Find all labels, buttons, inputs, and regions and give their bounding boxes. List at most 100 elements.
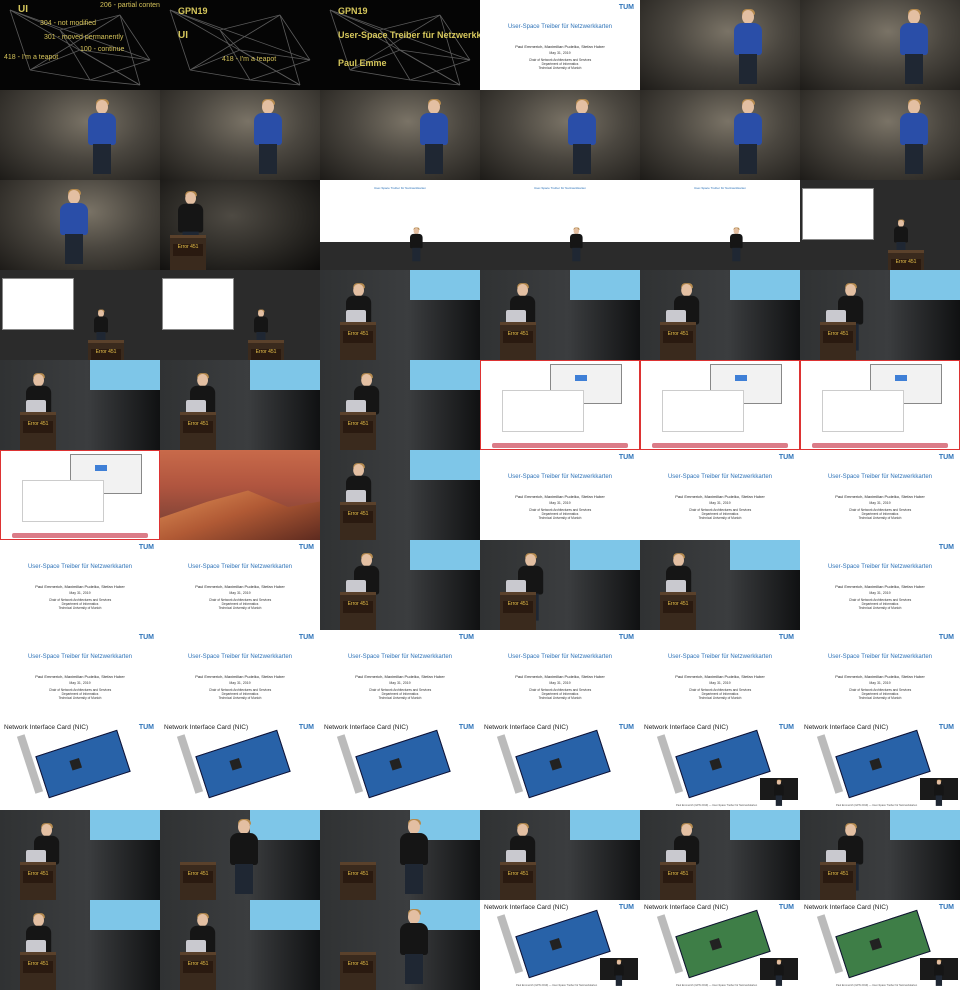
slide-affiliation: Chair of Network Architectures and Servi… (208, 688, 272, 700)
podium-sign: Error 451 (343, 331, 373, 343)
projection-screen (890, 270, 960, 300)
network-edge (409, 59, 471, 81)
torso (400, 833, 428, 865)
thumbnail-speaker-podium: Error 451 (800, 810, 960, 900)
projection-screen (570, 270, 640, 300)
thumbnail-speaker-podium: Error 451 (640, 810, 800, 900)
tum-logo: TUM (778, 454, 794, 461)
slide-title: User-Space Treiber für Netzwerkkarten (27, 564, 133, 570)
slide-title: User-Space Treiber für Netzwerkkarten (507, 474, 613, 480)
network-edge (349, 69, 411, 81)
thumbnail-speaker-blue (160, 90, 320, 180)
torso (734, 113, 762, 145)
thumbnail-speaker-podium: Error 451 (480, 540, 640, 630)
thumbnail-screen-window-red (640, 360, 800, 450)
podium-sign: Error 451 (183, 871, 213, 883)
thumbnail-title: TUM User-Space Treiber für Netzwerkkarten… (160, 630, 320, 720)
slide-authors: Paul Emmerich, Maximilian Pudelko, Stefa… (835, 674, 925, 679)
thumbnail-nic-blue: Network Interface Card (NIC) TUM (320, 720, 480, 810)
slide-title: User-Space Treiber für Netzwerkkarten (347, 654, 453, 660)
podium-sign: Error 451 (183, 421, 213, 433)
nic-card-image (355, 729, 451, 799)
slide-affiliation: Chair of Network Architectures and Servi… (688, 508, 752, 520)
thumbnail-title: TUM User-Space Treiber für Netzwerkkarten… (640, 630, 800, 720)
network-edge (169, 9, 311, 61)
thumbnail-screen-window-red (0, 450, 160, 540)
slide-authors: Paul Emmerich, Maximilian Pudelko, Stefa… (515, 44, 605, 49)
speaker-inset (760, 778, 798, 806)
laptop (346, 310, 366, 322)
slide-date: May 31, 2019 (709, 501, 731, 505)
tum-logo: TUM (938, 634, 954, 641)
podium: Error 451 (20, 952, 56, 990)
network-edge (379, 14, 441, 31)
laptop (506, 580, 526, 592)
slide-title: User-Space Treiber für Netzwerkkarten (187, 654, 293, 660)
nic-card-image (675, 729, 771, 799)
torso (60, 203, 88, 235)
torso (230, 833, 258, 865)
podium: Error 451 (88, 340, 124, 360)
thumbnail-speaker-podium: Error 451 (480, 270, 640, 360)
thumbnail-speaker-podium: Error 451 (320, 360, 480, 450)
torso (94, 316, 108, 333)
nic-chip (69, 757, 83, 771)
legs (572, 247, 581, 262)
thumbnail-speaker-podium: Error 451 (160, 360, 320, 450)
nic-slide-heading: Network Interface Card (NIC) (324, 724, 409, 731)
thumbnail-nic-blue: Network Interface Card (NIC) TUM (0, 720, 160, 810)
torso (420, 113, 448, 145)
podium-sign: Error 451 (23, 871, 53, 883)
presentation-window (162, 278, 234, 330)
podium: Error 451 (180, 862, 216, 900)
intro-status-text: 418 - I'm a teapot (4, 54, 59, 61)
laptop (26, 400, 46, 412)
slide-affiliation: Chair of Network Architectures and Servi… (688, 688, 752, 700)
podium: Error 451 (170, 235, 206, 270)
projection-screen (570, 540, 640, 570)
thumbnail-speaker-dark-podium: Error 451 (160, 180, 320, 270)
podium-sign: Error 451 (891, 259, 921, 270)
slide-affiliation: Chair of Network Architectures and Servi… (528, 58, 592, 70)
nic-card-image (675, 909, 771, 979)
podium: Error 451 (340, 412, 376, 450)
thumbnail-speaker-blue (0, 90, 160, 180)
podium: Error 451 (340, 862, 376, 900)
podium-sign: Error 451 (23, 961, 53, 973)
legs (739, 54, 757, 84)
laptop (26, 850, 46, 862)
projection-screen (730, 540, 800, 570)
slide-date: May 31, 2019 (549, 501, 571, 505)
head (908, 100, 920, 114)
speaker-inset (600, 958, 638, 986)
podium-sign: Error 451 (91, 349, 121, 360)
tum-logo: TUM (298, 544, 314, 551)
laptop (826, 850, 846, 862)
legs (405, 864, 423, 894)
slide-date: May 31, 2019 (389, 681, 411, 685)
thumbnail-nic-blue-pip: Network Interface Card (NIC) TUM Paul Emme… (480, 900, 640, 990)
thumbnail-intro-b: GPN19 UI 418 - I'm a teapot (160, 0, 320, 90)
podium: Error 451 (340, 322, 376, 360)
legs (573, 144, 591, 174)
thumbnail-title: TUM User-Space Treiber für Netzwerkkarten… (800, 630, 960, 720)
network-edge (119, 14, 151, 61)
projection-screen (410, 540, 480, 570)
slide-affiliation: Chair of Network Architectures and Servi… (48, 688, 112, 700)
head (576, 100, 588, 114)
slide-affiliation: Chair of Network Architectures and Servi… (368, 688, 432, 700)
thumbnail-speaker-blue (320, 90, 480, 180)
projection-screen (890, 810, 960, 840)
legs (935, 975, 943, 986)
nic-slide-heading: Network Interface Card (NIC) (644, 724, 729, 731)
intro-status-text: 418 - I'm a teapot (222, 56, 277, 63)
network-edge (89, 59, 151, 81)
recording-frame (640, 360, 800, 450)
thumbnail-intro-a: UI 304 - not modified 418 - I'm a teapot 10… (0, 0, 160, 90)
projection-screen (250, 900, 320, 930)
torso (614, 964, 624, 976)
intro-status-text: 206 - partial content (100, 2, 160, 9)
slide-authors: Paul Emmerich, Maximilian Pudelko, Stefa… (835, 494, 925, 499)
laptop (346, 580, 366, 592)
legs (259, 144, 277, 174)
